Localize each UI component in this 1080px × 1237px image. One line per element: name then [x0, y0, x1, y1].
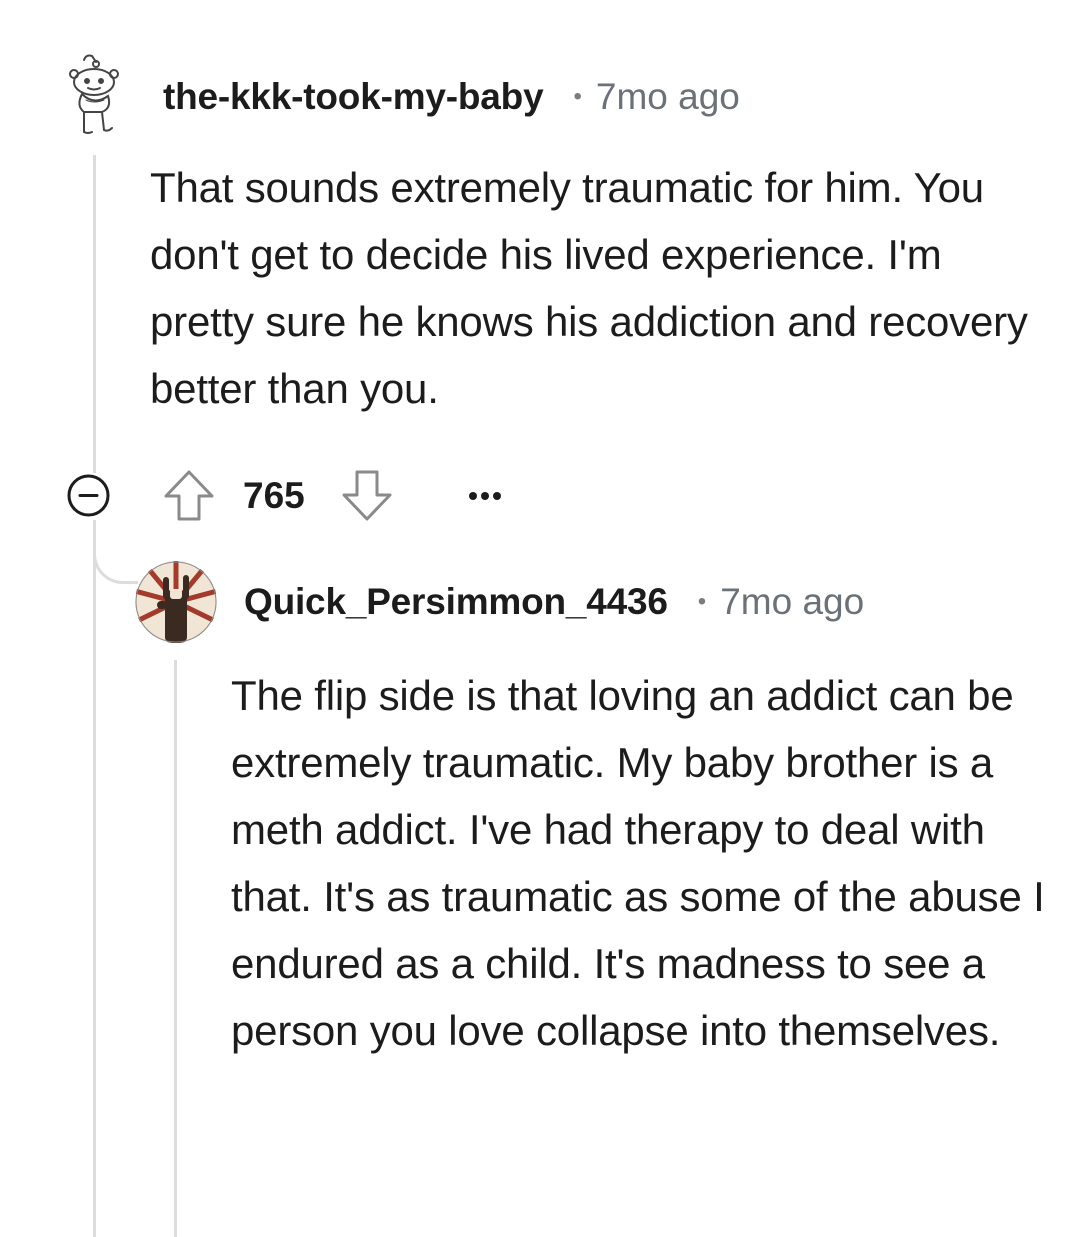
- comment-actions: 765: [66, 468, 566, 523]
- arrow-down-icon[interactable]: [340, 468, 394, 523]
- comment-header: the-kkk-took-my-baby • 7mo ago: [163, 70, 740, 124]
- separator-dot: •: [697, 588, 707, 615]
- thread-connector: [93, 540, 138, 584]
- more-horizontal-icon[interactable]: [465, 476, 505, 516]
- minus-circle-icon[interactable]: [67, 474, 110, 517]
- username[interactable]: Quick_Persimmon_4436: [244, 581, 668, 623]
- snoo-avatar[interactable]: [62, 52, 126, 136]
- thread-line[interactable]: [93, 520, 96, 1237]
- separator-dot: •: [573, 83, 582, 110]
- timestamp: 7mo ago: [595, 76, 740, 117]
- timestamp: 7mo ago: [720, 581, 865, 622]
- username[interactable]: the-kkk-took-my-baby: [163, 76, 544, 118]
- reply-header: Quick_Persimmon_4436 • 7mo ago: [244, 575, 864, 629]
- arrow-up-icon[interactable]: [162, 468, 216, 523]
- comment-body: That sounds extremely traumatic for him.…: [150, 164, 1028, 412]
- user-avatar[interactable]: [135, 561, 217, 643]
- vote-score: 765: [243, 475, 305, 516]
- reply-body: The flip side is that loving an addict c…: [231, 672, 1045, 1054]
- thread-line[interactable]: [93, 155, 96, 473]
- reply-thread-line[interactable]: [174, 660, 177, 1237]
